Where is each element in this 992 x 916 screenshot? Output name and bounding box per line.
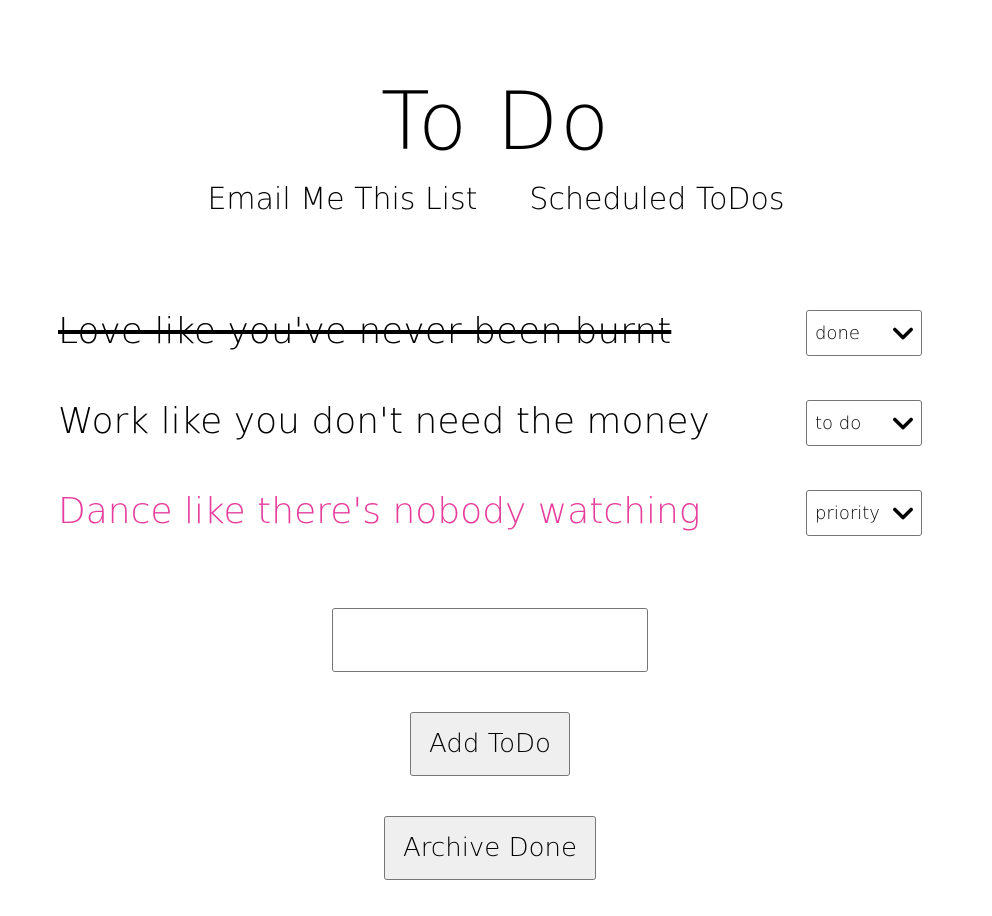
email-list-link[interactable]: Email Me This List	[207, 178, 477, 222]
chevron-down-icon	[893, 507, 913, 520]
chevron-down-icon	[893, 327, 913, 340]
chevron-down-icon	[893, 417, 913, 430]
top-nav: Email Me This List Scheduled ToDos	[0, 178, 992, 222]
todo-text: Work like you don't need the money	[58, 401, 710, 442]
scheduled-todos-link[interactable]: Scheduled ToDos	[529, 178, 784, 222]
page-title: To Do	[380, 74, 612, 168]
todo-item: Love like you've never been burnt done	[58, 300, 924, 390]
todo-text: Dance like there's nobody watching	[58, 491, 701, 532]
new-todo-input[interactable]	[332, 608, 648, 672]
status-select-value: priority	[815, 502, 880, 524]
todo-item: Dance like there's nobody watching prior…	[58, 480, 924, 570]
add-todo-button[interactable]: Add ToDo	[410, 712, 570, 776]
status-select[interactable]: to do	[806, 400, 922, 446]
status-select[interactable]: done	[806, 310, 922, 356]
todo-item: Work like you don't need the money to do	[58, 390, 924, 480]
status-select-value: done	[815, 322, 860, 344]
status-select[interactable]: priority	[806, 490, 922, 536]
todo-list: Love like you've never been burnt done W…	[58, 300, 924, 570]
status-select-value: to do	[815, 412, 862, 434]
archive-done-button[interactable]: Archive Done	[384, 816, 596, 880]
todo-text: Love like you've never been burnt	[58, 311, 672, 352]
